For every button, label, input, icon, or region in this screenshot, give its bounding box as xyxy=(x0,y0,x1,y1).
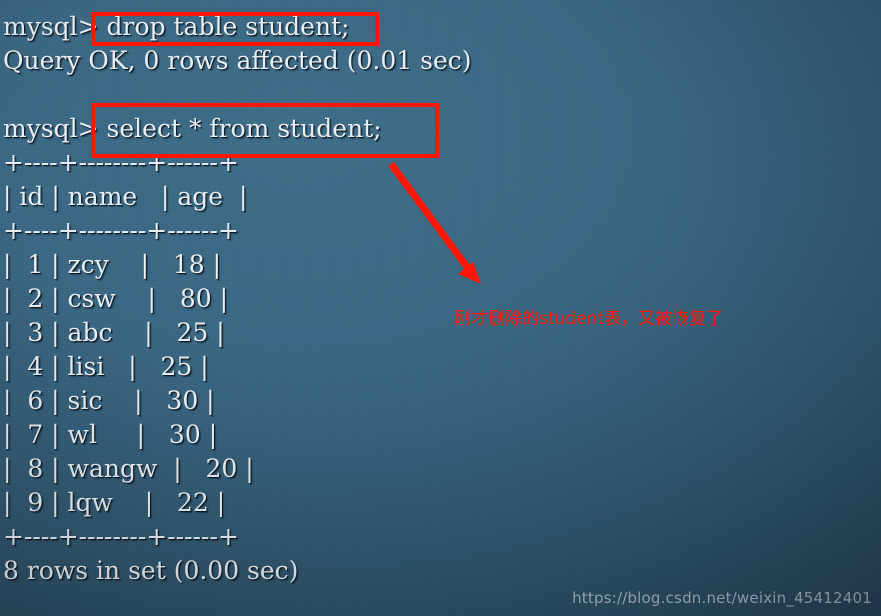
table-row: | 7 | wl | 30 | xyxy=(3,420,218,449)
table-row: | 9 | lqw | 22 | xyxy=(3,488,226,517)
table-separator-top: +----+--------+------+ xyxy=(3,148,239,177)
table-separator-middle: +----+--------+------+ xyxy=(3,216,239,245)
watermark-url: https://blog.csdn.net/weixin_45412401 xyxy=(572,589,872,607)
table-row: | 1 | zcy | 18 | xyxy=(3,250,222,279)
terminal-line-drop-command: mysql> drop table student; xyxy=(3,12,350,41)
terminal-line-select-command: mysql> select * from student; xyxy=(3,114,382,143)
table-header-row: | id | name | age | xyxy=(3,182,248,211)
table-row: | 8 | wangw | 20 | xyxy=(3,454,254,483)
terminal-console: mysql> drop table student; Query OK, 0 r… xyxy=(3,10,623,588)
table-separator-bottom: +----+--------+------+ xyxy=(3,522,239,551)
terminal-screenshot: mysql> drop table student; Query OK, 0 r… xyxy=(0,0,881,616)
terminal-line-row-count: 8 rows in set (0.00 sec) xyxy=(3,556,299,585)
annotation-note: 刚才删除的student表，又被恢复了 xyxy=(454,309,723,329)
table-row: | 4 | lisi | 25 | xyxy=(3,352,209,381)
terminal-line-drop-result: Query OK, 0 rows affected (0.01 sec) xyxy=(3,46,472,75)
table-row: | 6 | sic | 30 | xyxy=(3,386,215,415)
